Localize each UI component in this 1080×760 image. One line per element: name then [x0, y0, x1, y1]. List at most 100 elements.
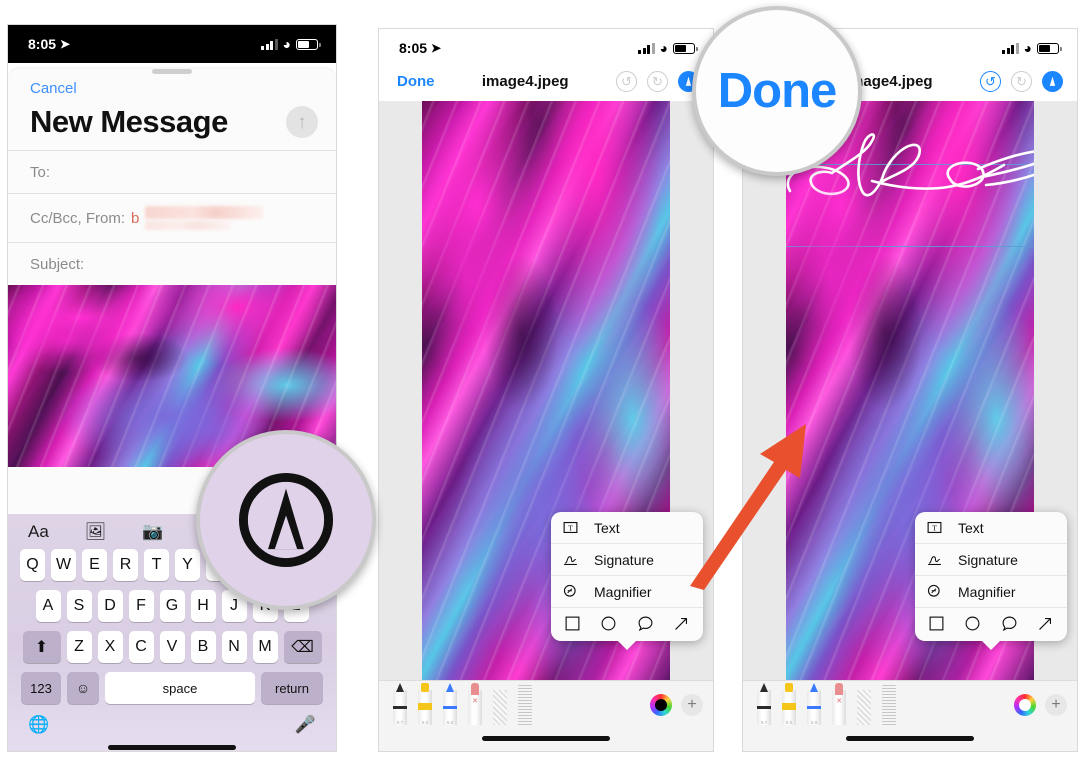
menu-item-magnifier[interactable]: Magnifier	[915, 576, 1067, 608]
key-v[interactable]: V	[159, 631, 185, 663]
svg-text:T: T	[932, 524, 937, 533]
menu-item-text[interactable]: T Text	[551, 512, 703, 544]
menu-item-text[interactable]: T Text	[915, 512, 1067, 544]
key-f[interactable]: F	[128, 590, 154, 622]
done-button-callout-label: Done	[717, 64, 837, 118]
microphone-icon[interactable]: 🎤	[295, 715, 316, 735]
field-subject[interactable]: Subject:	[8, 242, 336, 285]
shift-key[interactable]: ⬆	[22, 631, 61, 663]
color-swatch-button[interactable]	[650, 694, 672, 716]
speech-bubble-icon[interactable]	[637, 615, 654, 632]
space-key[interactable]: space	[105, 672, 255, 704]
numbers-key[interactable]: 123	[21, 672, 61, 704]
menu-item-magnifier[interactable]: Magnifier	[551, 576, 703, 608]
menu-item-signature[interactable]: Signature	[551, 544, 703, 576]
menu-item-magnifier-label: Magnifier	[958, 583, 1016, 600]
home-indicator-bar	[743, 725, 1077, 751]
speech-bubble-icon[interactable]	[1001, 615, 1018, 632]
backspace-key[interactable]: ⌫	[283, 631, 322, 663]
pencil-tool[interactable]: 5.0	[803, 683, 825, 725]
pen-tool[interactable]: 9.7	[389, 683, 411, 725]
text-format-button[interactable]: Aa	[28, 523, 49, 540]
menu-item-signature[interactable]: Signature	[915, 544, 1067, 576]
signature-icon	[926, 551, 946, 568]
highlighter-tool[interactable]: 8.0	[778, 683, 800, 725]
key-z[interactable]: Z	[66, 631, 92, 663]
eraser-tool[interactable]: ✕	[464, 683, 486, 725]
key-q[interactable]: Q	[20, 549, 45, 581]
redo-arrow-icon[interactable]: ↻	[1010, 71, 1032, 92]
markup-editor-panel: 8:05 ➤ ◕ Done image4.jpeg ↺ ↻ T Text Sig…	[378, 28, 714, 752]
key-t[interactable]: T	[144, 549, 169, 581]
undo-arrow-icon[interactable]: ↺	[979, 71, 1001, 92]
keyboard-row-3: ⬆ Z X C V B N M ⌫	[12, 631, 332, 663]
image-canvas[interactable]: T Text Signature Magnifier	[379, 101, 713, 680]
circle-icon[interactable]	[600, 615, 617, 632]
undo-arrow-icon[interactable]: ↺	[615, 71, 637, 92]
lasso-tool[interactable]	[853, 683, 875, 725]
redo-arrow-icon[interactable]: ↻	[646, 71, 668, 92]
wifi-icon: ◕	[282, 36, 291, 52]
emoji-smiley-icon: ☺	[75, 680, 91, 696]
lasso-tool[interactable]	[489, 683, 511, 725]
square-icon[interactable]	[928, 615, 945, 632]
ruler-tool[interactable]	[878, 683, 900, 725]
key-c[interactable]: C	[128, 631, 154, 663]
menu-item-text-label: Text	[594, 519, 620, 536]
key-y[interactable]: Y	[175, 549, 200, 581]
ruler-tool[interactable]	[514, 683, 536, 725]
emoji-key[interactable]: ☺	[67, 672, 99, 704]
menu-shape-row	[915, 608, 1067, 641]
markup-button-callout	[196, 430, 376, 610]
key-n[interactable]: N	[221, 631, 247, 663]
pencil-tool[interactable]: 5.0	[439, 683, 461, 725]
key-e[interactable]: E	[82, 549, 107, 581]
text-box-icon: T	[562, 519, 582, 536]
add-color-button[interactable]: +	[1045, 694, 1067, 716]
compose-sheet: Cancel New Message ↑ To: Cc/Bcc, From: b…	[8, 69, 336, 751]
key-g[interactable]: G	[159, 590, 185, 622]
pen-tools: 9.7 8.0 5.0 ✕	[389, 683, 536, 725]
pencil-tool-size: 5.0	[810, 720, 818, 725]
keyboard-bottom-row: 🌐 🎤	[8, 713, 336, 739]
field-cc-bcc-from[interactable]: Cc/Bcc, From: b	[8, 193, 336, 242]
arrow-icon[interactable]	[1037, 615, 1054, 632]
eraser-tool[interactable]: ✕	[828, 683, 850, 725]
key-r[interactable]: R	[113, 549, 138, 581]
key-s[interactable]: S	[66, 590, 92, 622]
arrow-icon[interactable]	[673, 615, 690, 632]
globe-language-icon[interactable]: 🌐	[28, 715, 49, 735]
color-swatch-button[interactable]	[1014, 694, 1036, 716]
return-key[interactable]: return	[261, 672, 323, 704]
key-x[interactable]: X	[97, 631, 123, 663]
status-time: 8:05	[28, 36, 57, 52]
svg-text:T: T	[568, 524, 573, 533]
key-h[interactable]: H	[190, 590, 216, 622]
markup-pen-circle-icon[interactable]	[1041, 71, 1063, 92]
highlighter-tool[interactable]: 8.0	[414, 683, 436, 725]
markup-nav-bar: Done image4.jpeg ↺ ↻	[379, 67, 713, 101]
cancel-button[interactable]: Cancel	[30, 80, 77, 97]
send-button[interactable]: ↑	[286, 106, 318, 138]
status-bar: 8:05 ➤ ◕	[379, 29, 713, 67]
photo-library-icon[interactable]: 🖼	[85, 523, 107, 540]
square-icon[interactable]	[564, 615, 581, 632]
field-to-label: To:	[30, 163, 51, 181]
nav-actions: ↺ ↻	[615, 71, 699, 92]
field-to[interactable]: To:	[8, 150, 336, 193]
done-button[interactable]: Done	[397, 73, 435, 90]
key-w[interactable]: W	[51, 549, 76, 581]
key-d[interactable]: D	[97, 590, 123, 622]
pencil-tool-size: 5.0	[446, 720, 454, 725]
pen-tool[interactable]: 9.7	[753, 683, 775, 725]
camera-icon[interactable]: 📷	[142, 523, 163, 540]
key-a[interactable]: A	[35, 590, 61, 622]
key-m[interactable]: M	[252, 631, 278, 663]
cellular-bars-icon	[1002, 42, 1019, 54]
circle-icon[interactable]	[964, 615, 981, 632]
key-b[interactable]: B	[190, 631, 216, 663]
status-bar-left: 8:05 ➤	[399, 40, 441, 56]
image-canvas[interactable]: T Text Signature Magnifier	[743, 101, 1077, 680]
add-color-button[interactable]: +	[681, 694, 703, 716]
pen-tools: 9.7 8.0 5.0 ✕	[753, 683, 900, 725]
